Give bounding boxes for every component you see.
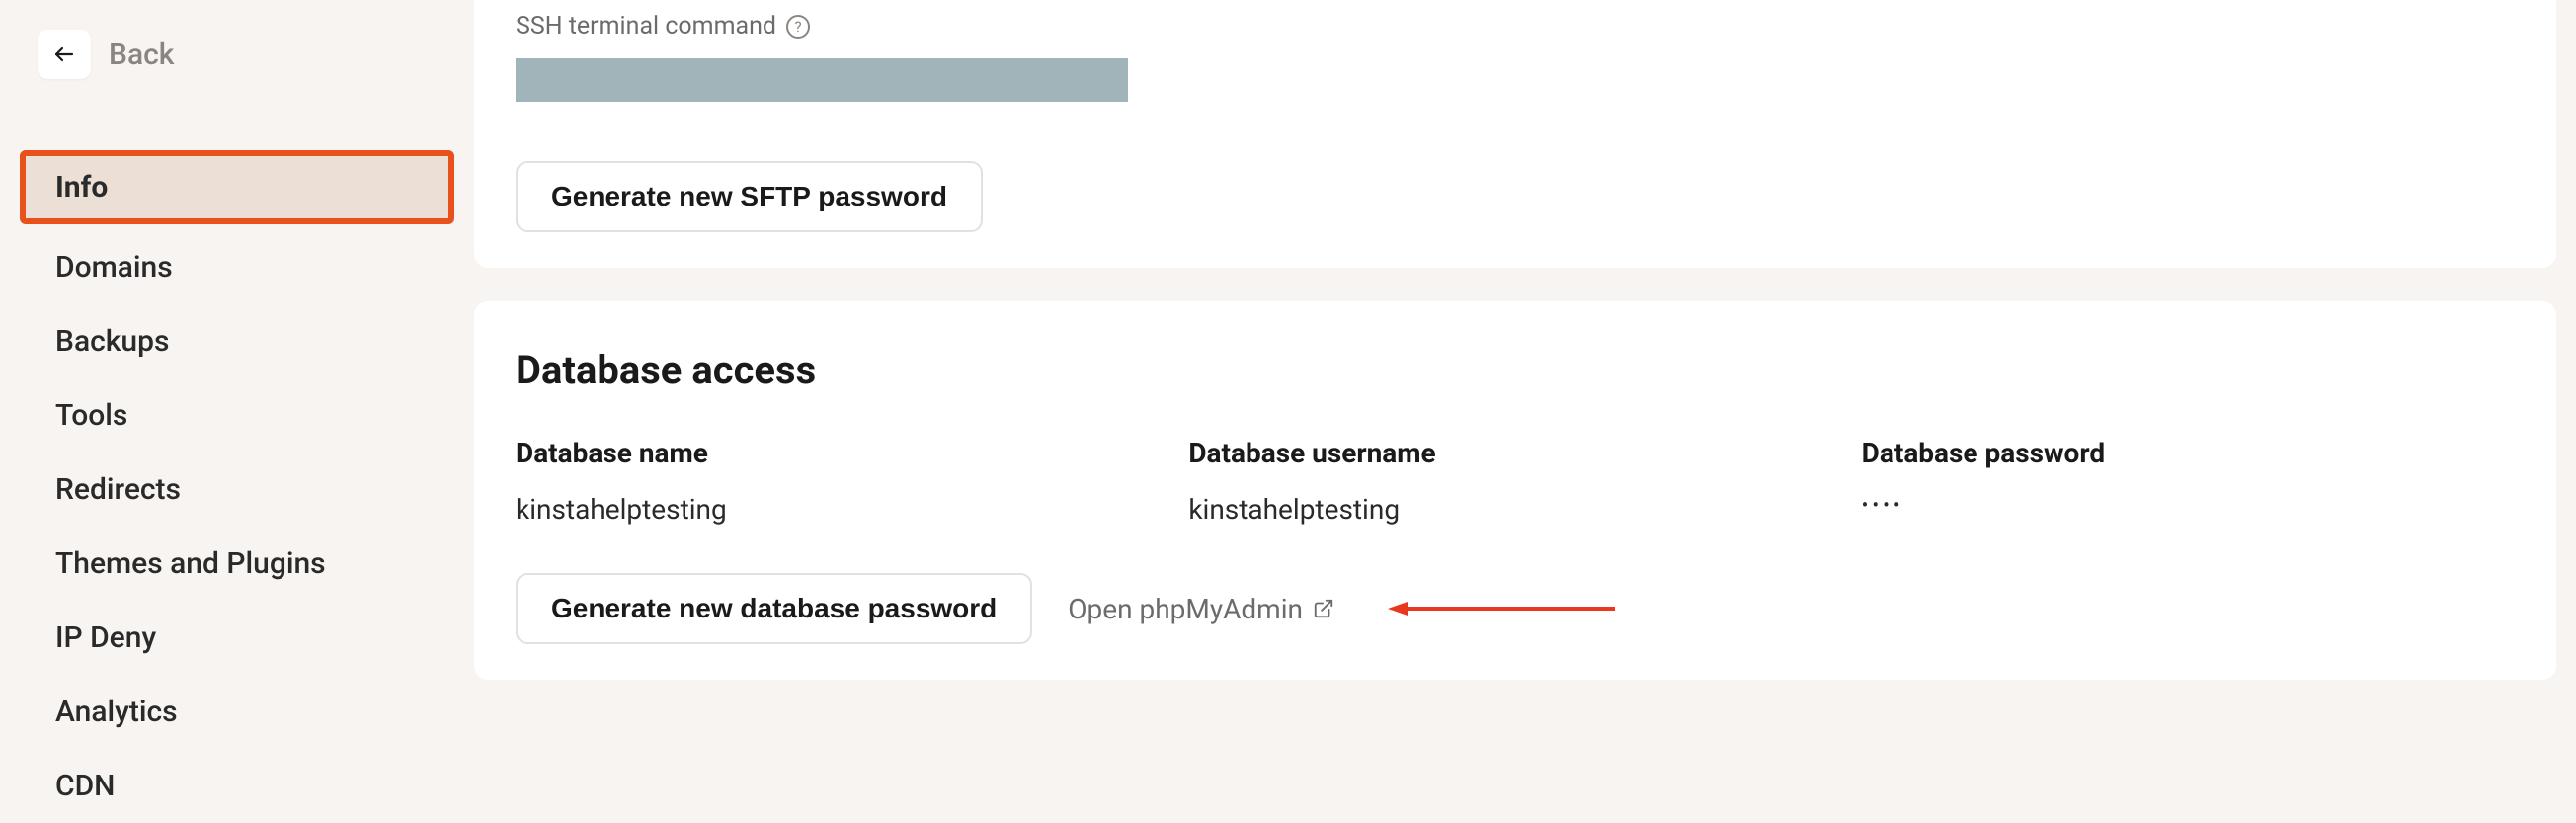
database-grid: Database name kinstahelptesting Database…: [516, 437, 2515, 526]
sidebar-item-redirects[interactable]: Redirects: [20, 453, 454, 527]
sidebar-item-ip-deny[interactable]: IP Deny: [20, 601, 454, 675]
button-label: Generate new SFTP password: [551, 181, 947, 212]
database-username-label: Database username: [1188, 437, 1841, 469]
main-content: SSH terminal command ? Generate new SFTP…: [474, 0, 2576, 753]
sidebar-item-label: Backups: [55, 324, 169, 359]
database-name-value: kinstahelptesting: [516, 493, 1168, 526]
open-phpmyadmin-link[interactable]: Open phpMyAdmin: [1068, 593, 1334, 625]
sidebar-item-domains[interactable]: Domains: [20, 230, 454, 304]
sidebar-item-label: Themes and Plugins: [55, 546, 326, 581]
sidebar: Back Info Domains Backups Tools Redirect…: [0, 0, 474, 753]
link-label: Open phpMyAdmin: [1068, 593, 1303, 625]
arrow-left-icon: [52, 42, 76, 66]
sidebar-item-cdn[interactable]: CDN: [20, 749, 454, 823]
sidebar-item-label: Analytics: [55, 695, 178, 729]
sidebar-item-backups[interactable]: Backups: [20, 304, 454, 378]
database-username-column: Database username kinstahelptesting: [1188, 437, 1841, 526]
back-button[interactable]: [38, 30, 91, 79]
button-label: Generate new database password: [551, 593, 997, 624]
sidebar-item-analytics[interactable]: Analytics: [20, 675, 454, 749]
database-action-row: Generate new database password Open phpM…: [516, 573, 2515, 644]
database-access-title: Database access: [516, 347, 2515, 393]
back-label: Back: [109, 38, 174, 72]
ssh-command-label: SSH terminal command: [516, 12, 776, 41]
sidebar-item-themes-plugins[interactable]: Themes and Plugins: [20, 527, 454, 601]
sidebar-item-label: Info: [55, 170, 108, 205]
sidebar-item-label: Domains: [55, 250, 173, 285]
sidebar-item-label: Redirects: [55, 472, 181, 507]
sidebar-item-label: CDN: [55, 769, 115, 803]
ssh-command-label-row: SSH terminal command ?: [516, 12, 2515, 41]
sidebar-item-label: Tools: [55, 398, 127, 433]
database-password-label: Database password: [1862, 437, 2515, 469]
annotation-arrow: [1388, 599, 1615, 618]
external-link-icon: [1313, 598, 1334, 619]
help-icon[interactable]: ?: [786, 15, 810, 39]
database-username-value: kinstahelptesting: [1188, 493, 1841, 526]
ssh-card: SSH terminal command ? Generate new SFTP…: [474, 0, 2556, 268]
ssh-command-value-redacted: [516, 58, 1128, 102]
database-access-card: Database access Database name kinstahelp…: [474, 301, 2556, 680]
generate-database-password-button[interactable]: Generate new database password: [516, 573, 1032, 644]
database-password-column: Database password ••••: [1862, 437, 2515, 526]
sidebar-item-tools[interactable]: Tools: [20, 378, 454, 453]
database-password-value: ••••: [1862, 493, 2515, 517]
database-name-label: Database name: [516, 437, 1168, 469]
database-name-column: Database name kinstahelptesting: [516, 437, 1168, 526]
sidebar-item-info[interactable]: Info: [20, 150, 454, 224]
arrow-left-annotation-icon: [1388, 599, 1615, 618]
sidebar-item-label: IP Deny: [55, 620, 156, 655]
generate-sftp-password-button[interactable]: Generate new SFTP password: [516, 161, 983, 232]
back-button-row[interactable]: Back: [20, 20, 454, 89]
